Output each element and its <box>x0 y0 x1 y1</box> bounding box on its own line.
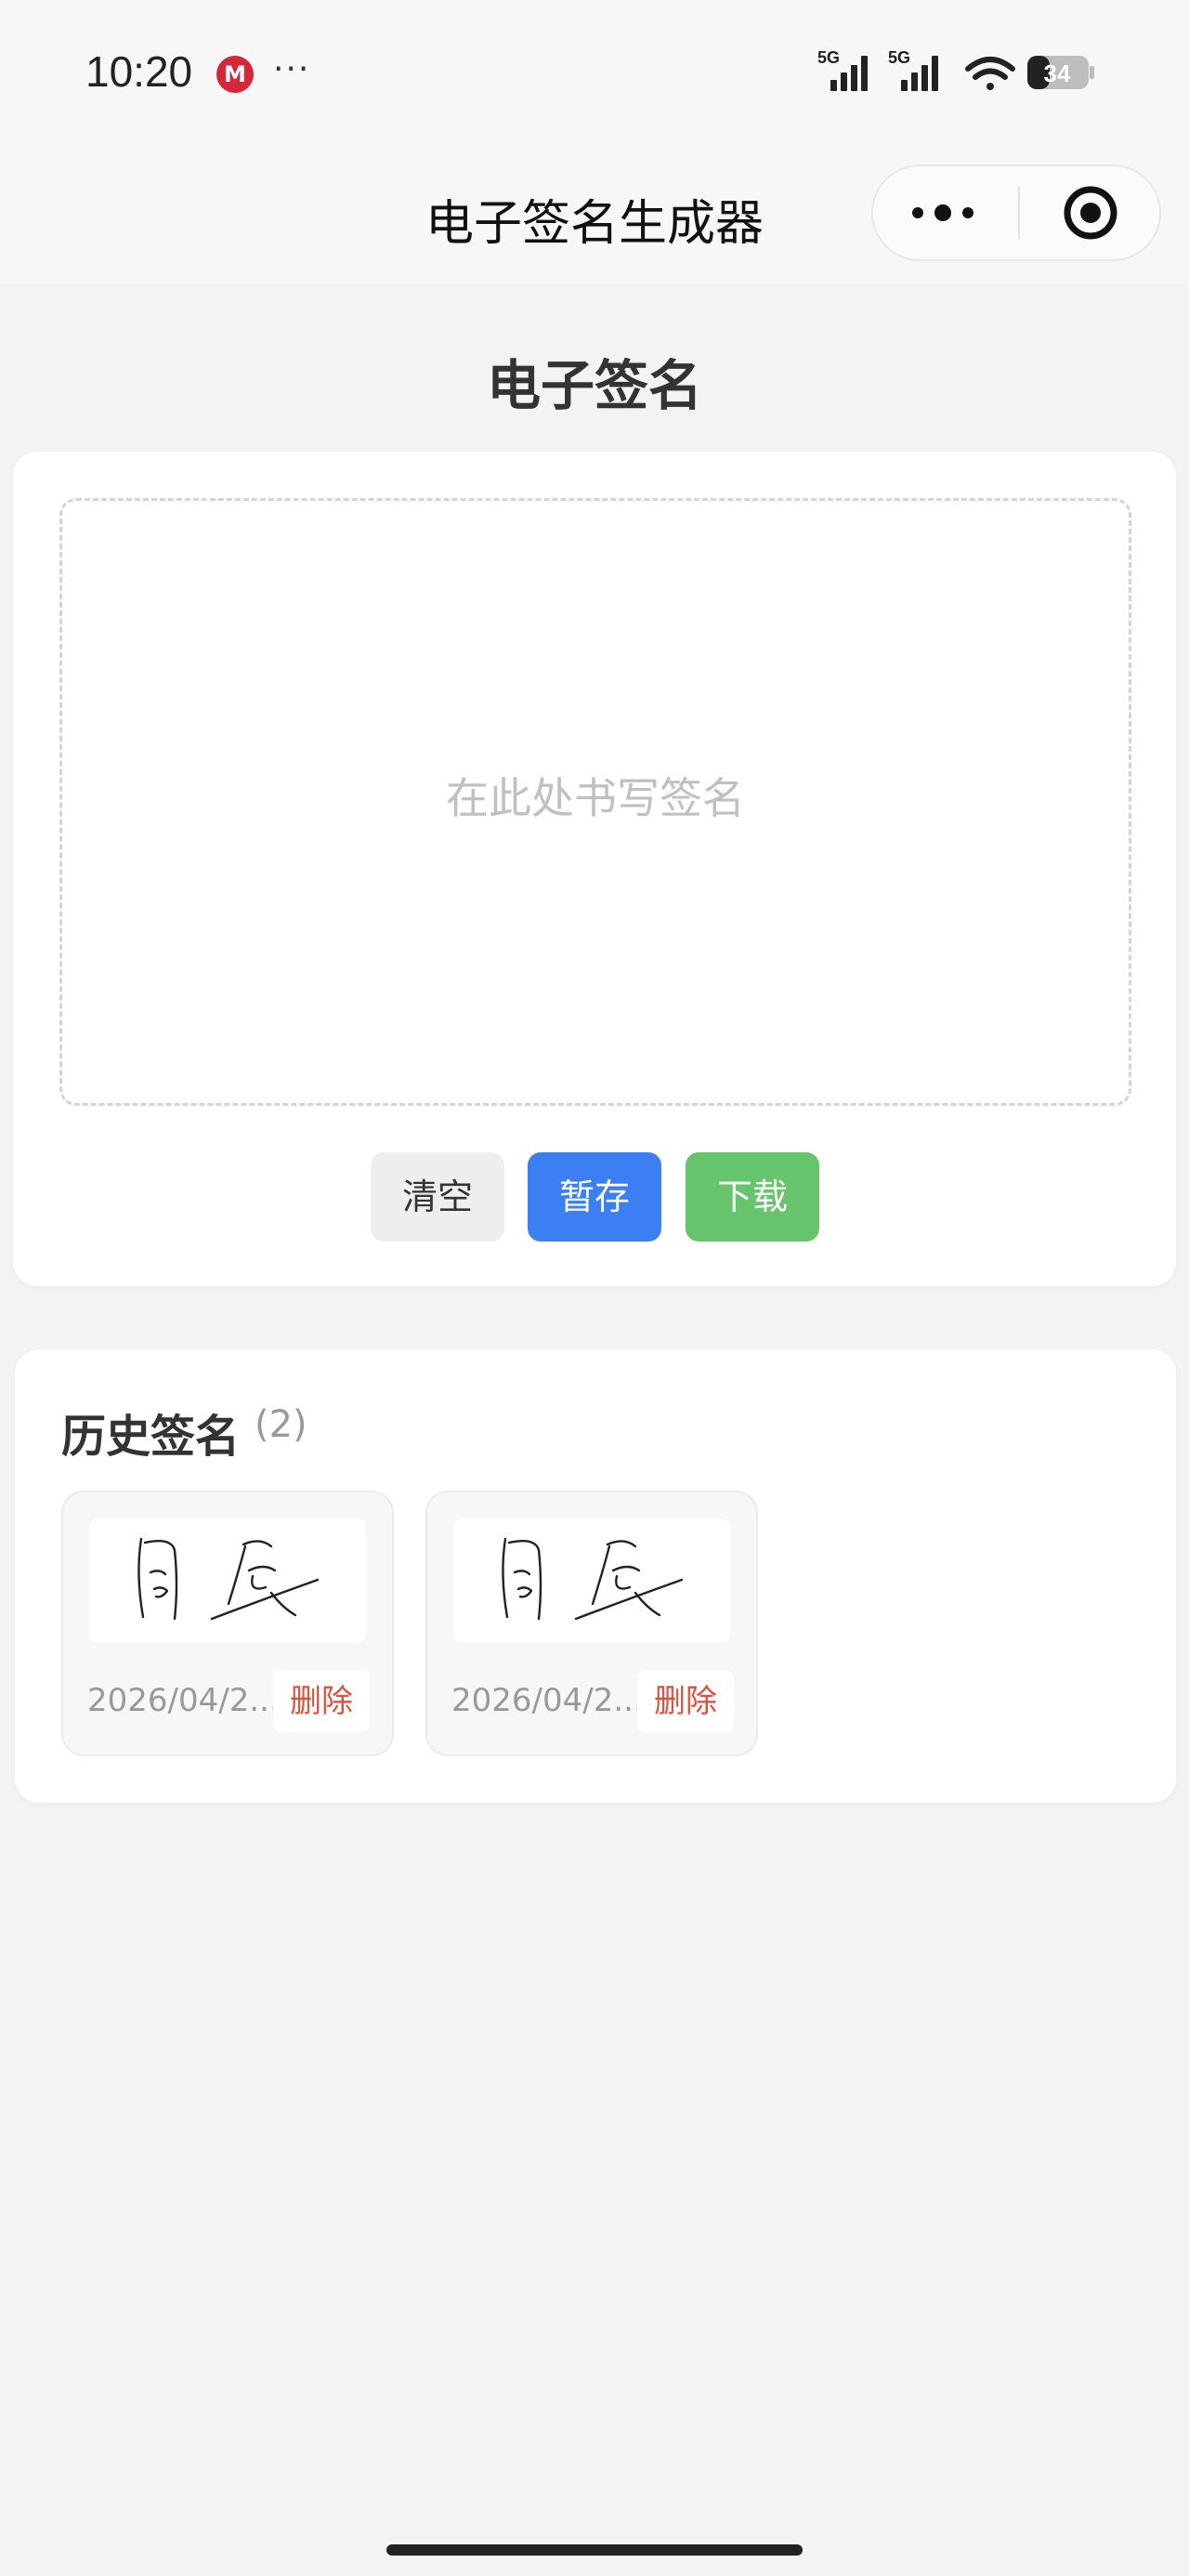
status-indicators: 5G 5G 34 <box>817 48 1094 91</box>
history-item[interactable]: 2026/04/2... 删除 <box>425 1491 758 1756</box>
download-button[interactable]: 下载 <box>686 1152 819 1242</box>
status-time: 10:20 <box>85 47 193 96</box>
history-date: 2026/04/2... <box>451 1682 644 1719</box>
more-dots-icon <box>912 204 973 221</box>
nav-bar: 电子签名生成器 <box>0 149 1189 283</box>
signature-pad[interactable]: 在此处书写签名 <box>59 498 1131 1106</box>
capsule-divider <box>1018 187 1020 239</box>
target-close-icon <box>1064 186 1117 240</box>
history-item[interactable]: 2026/04/2... 删除 <box>61 1491 394 1756</box>
history-count: (2) <box>255 1403 307 1446</box>
history-card: 历史签名 (2) 2026/04/2... 删除 2026/04/2... 删除 <box>15 1349 1176 1803</box>
signature-placeholder: 在此处书写签名 <box>446 773 745 823</box>
signature-image <box>137 1537 320 1621</box>
app-notification-icon: M <box>216 56 254 93</box>
wifi-icon <box>965 57 1015 90</box>
home-indicator[interactable] <box>386 2544 803 2556</box>
close-button[interactable] <box>1024 166 1161 259</box>
mini-program-capsule <box>871 164 1161 261</box>
signature-card: 在此处书写签名 清空 暂存 下载 <box>13 452 1176 1286</box>
delete-button[interactable]: 删除 <box>273 1671 370 1732</box>
save-button[interactable]: 暂存 <box>528 1152 661 1242</box>
network-label-2: 5G <box>888 48 910 67</box>
signature-thumbnail <box>453 1518 730 1643</box>
history-title: 历史签名 <box>61 1411 241 1463</box>
signature-image <box>502 1537 684 1621</box>
status-more-icon: ··· <box>273 50 311 88</box>
battery-level: 34 <box>1044 59 1071 87</box>
clear-button[interactable]: 清空 <box>371 1152 504 1242</box>
menu-button[interactable] <box>873 166 1013 259</box>
status-bar: 10:20 M ··· 5G 5G 34 <box>0 0 1189 149</box>
network-label-1: 5G <box>817 48 840 67</box>
page-title: 电子签名 <box>486 354 702 417</box>
history-date: 2026/04/2... <box>87 1682 280 1719</box>
delete-button[interactable]: 删除 <box>637 1671 734 1732</box>
battery-icon: 34 <box>1027 56 1094 89</box>
signature-thumbnail <box>89 1518 366 1643</box>
